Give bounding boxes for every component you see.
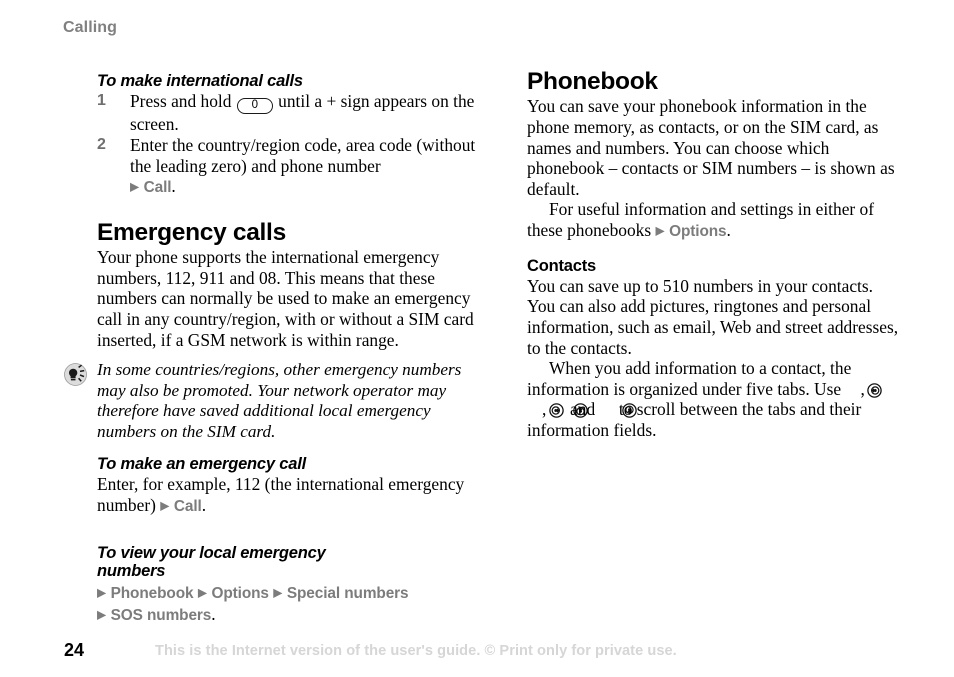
navkey-right-icon [527,402,564,419]
contacts-para2-text-1: When you add information to a contact, t… [527,358,852,399]
steps-international-calls: 1 Press and hold 0 until a + sign appears… [97,91,477,198]
heading-line-1: To view your local emergency [97,543,326,562]
document-page: Calling To make international calls 1 Pre… [0,0,954,677]
step-item: 2 Enter the country/region code, area cod… [97,135,477,199]
heading-to-make-international-calls: To make international calls [97,72,303,90]
ui-path-options: Options [669,223,727,240]
tip-note: In some countries/regions, other emergen… [64,360,476,443]
right-column: Phonebook You can save your phonebook in… [527,68,899,440]
paragraph-local-numbers-path: ▶ Phonebook ▶ Options ▶ Special numbers … [97,582,477,626]
heading-phonebook: Phonebook [527,68,658,95]
ui-path-call: Call [143,179,172,197]
footer-disclaimer: This is the Internet version of the user… [155,643,677,659]
ui-path-options: Options [211,584,269,602]
path-arrow-icon: ▶ [160,498,170,513]
contacts-para2-text-3: , [542,399,551,420]
key-0-icon: 0 [236,98,273,115]
heading-emergency-calls: Emergency calls [97,218,286,246]
path-trailing: . [171,176,176,197]
left-column: To make international calls 1 Press and h… [97,72,477,350]
step-text-before-key: Press and hold [130,91,236,112]
heading-to-make-an-emergency-call: To make an emergency call [97,455,306,473]
heading-line-2: numbers [97,562,166,581]
step-item: 1 Press and hold 0 until a + sign appears… [97,91,477,135]
heading-to-view-local-emergency-numbers: To view your local emergency numbers [97,544,477,581]
key-0-label: 0 [251,98,258,111]
paragraph-emergency-body: Your phone supports the international em… [97,247,474,350]
navkey-up-icon [551,402,588,419]
path-arrow-icon: ▶ [273,585,283,600]
path-arrow-icon: ▶ [97,607,107,622]
contacts-para2-text-4: and [565,399,600,420]
path-arrow-icon: ▶ [655,223,665,238]
paragraph-phonebook-1: You can save your phonebook information … [527,96,895,199]
ui-path-phonebook: Phonebook [110,584,194,602]
navkey-left-icon [845,382,883,398]
step-text: Enter the country/region code, area code… [130,135,476,176]
path-arrow-icon: ▶ [130,179,140,194]
tip-text: In some countries/regions, other emergen… [97,360,462,442]
paragraph-contacts-1: You can save up to 510 numbers in your c… [527,275,899,358]
contacts-para2-text-2: , [860,378,865,399]
step-number: 2 [97,136,106,154]
navkey-down-icon [600,402,637,419]
path-arrow-icon: ▶ [97,585,107,600]
lightbulb-tip-icon [64,363,87,386]
ui-path-special-numbers: Special numbers [286,584,409,602]
step-number: 1 [97,92,106,110]
running-head: Calling [63,19,118,36]
left-column-lower: To make an emergency call Enter, for exa… [97,455,477,626]
ui-path-sos-numbers: SOS numbers [110,606,212,624]
paragraph-contacts-2: When you add information to a contact, t… [527,358,899,440]
page-footer: 24 This is the Internet version of the u… [0,640,954,670]
paragraph-phonebook-2: For useful information and settings in e… [527,199,899,242]
path-arrow-icon: ▶ [197,585,208,600]
ui-path-call: Call [173,498,202,516]
emergency-call-text: Enter, for example, 112 (the internation… [97,474,465,516]
path-trailing: . [726,220,731,240]
page-number: 24 [64,640,85,660]
path-trailing: . [201,495,207,516]
paragraph-emergency-call: Enter, for example, 112 (the internation… [97,474,477,517]
path-trailing: . [211,603,216,624]
heading-contacts: Contacts [527,256,596,275]
